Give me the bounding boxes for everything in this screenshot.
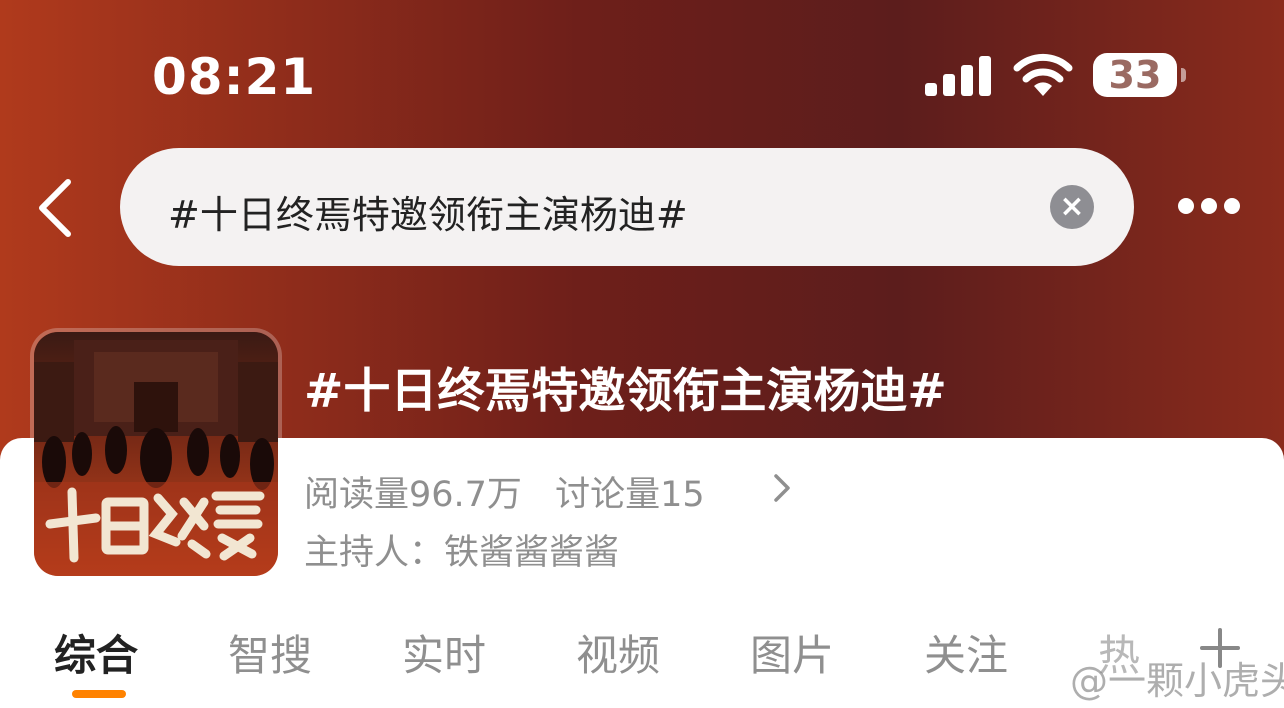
tab-smart-search[interactable]: 智搜: [228, 622, 312, 683]
wifi-icon: [1013, 53, 1073, 96]
read-count: 阅读量96.7万: [304, 475, 522, 515]
cellular-signal-icon: [925, 56, 991, 96]
tab-realtime[interactable]: 实时: [402, 622, 486, 683]
clear-search-button[interactable]: ×: [1050, 185, 1094, 229]
close-icon: ×: [1059, 189, 1085, 224]
cover-logo: [45, 487, 265, 563]
active-tab-indicator: [72, 690, 126, 698]
discussion-count: 讨论量15: [555, 475, 705, 515]
tab-comprehensive[interactable]: 综合: [54, 622, 138, 683]
battery-icon: 33: [1093, 53, 1186, 97]
tab-following[interactable]: 关注: [924, 622, 1008, 683]
search-input[interactable]: #十日终焉特邀领衔主演杨迪# ×: [120, 148, 1134, 266]
tab-images[interactable]: 图片: [750, 622, 834, 683]
topic-host[interactable]: 主持人：铁酱酱酱酱: [304, 524, 619, 575]
topic-stats[interactable]: 阅读量96.7万 讨论量15: [304, 466, 727, 517]
search-query-text: #十日终焉特邀领衔主演杨迪#: [168, 193, 688, 237]
watermark: @一颗小虎头: [1070, 659, 1284, 703]
chevron-right-icon[interactable]: [770, 472, 794, 504]
tab-video[interactable]: 视频: [576, 622, 660, 683]
status-time: 08:21: [152, 48, 317, 106]
more-options-icon[interactable]: [1174, 198, 1244, 218]
topic-title: #十日终焉特邀领衔主演杨迪#: [304, 364, 947, 419]
back-arrow-icon[interactable]: [36, 178, 76, 238]
